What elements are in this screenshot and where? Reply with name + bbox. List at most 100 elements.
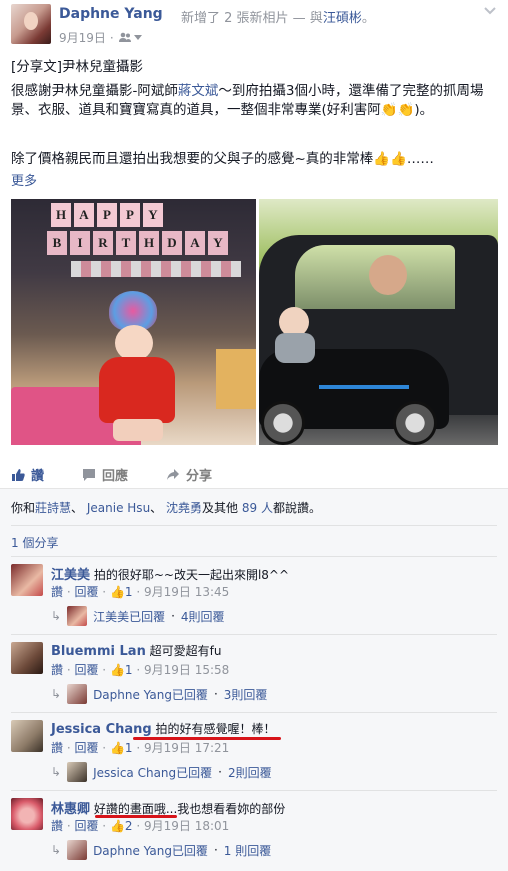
commenter-name[interactable]: 江美美 <box>51 568 90 583</box>
commenter-name[interactable]: 林惠卿 <box>51 802 90 817</box>
reply-count[interactable]: 2則回覆 <box>228 764 272 781</box>
liker-2[interactable]: Jeanie Hsu <box>87 501 150 515</box>
author-avatar[interactable] <box>11 4 51 44</box>
comment-button[interactable]: 回應 <box>82 465 508 484</box>
reply-arrow-icon: ↳ <box>51 687 62 701</box>
likes-sep: 、 <box>71 501 84 515</box>
reply-count[interactable]: 4則回覆 <box>181 608 225 625</box>
facebook-post: Daphne Yang 新增了 2 張新相片 — 與汪碩彬。 9月19日 · [… <box>0 0 508 871</box>
comment-icon <box>83 468 95 481</box>
reply-summary[interactable]: ↳ 江美美已回覆 · 4則回覆 <box>51 606 225 626</box>
divider <box>11 525 497 526</box>
tagged-person[interactable]: 汪碩彬 <box>323 11 362 26</box>
shares-link[interactable]: 1 個分享 <box>11 534 58 551</box>
others-count[interactable]: 89 人 <box>242 501 273 515</box>
comment-meta: 讚 · 回覆 · 👍1 · 9月19日 15:58 <box>51 663 230 677</box>
reply-summary[interactable]: ↳ Daphne Yang已回覆 · 3則回覆 <box>51 684 267 704</box>
thumbs-up-icon <box>12 468 25 481</box>
action-end: 。 <box>361 11 375 26</box>
thumbs-up-icon[interactable]: 👍 <box>110 741 125 755</box>
baby-figure <box>95 291 175 441</box>
friends-icon <box>118 32 131 42</box>
banner-letter: R <box>93 231 113 255</box>
avatar[interactable] <box>11 798 43 830</box>
banner-letter: P <box>120 203 140 227</box>
reply-count[interactable]: 1 則回覆 <box>224 842 271 859</box>
comment-like-count[interactable]: 1 <box>125 663 133 677</box>
reply-author[interactable]: 江美美已回覆 <box>93 608 165 625</box>
comment-item: Bluemmi Lan 超可愛超有fu 讚 · 回覆 · 👍1 · 9月19日 … <box>11 642 497 712</box>
reply-separator: · <box>171 609 175 623</box>
birthday-banner: B I R T H D A Y <box>47 231 228 255</box>
banner-letter: Y <box>143 203 163 227</box>
chevron-down-icon[interactable] <box>483 6 497 18</box>
reply-summary[interactable]: ↳ Jessica Chang已回覆 · 2則回覆 <box>51 762 272 782</box>
reply-arrow-icon: ↳ <box>51 843 62 857</box>
likes-summary: 你和莊詩慧、 Jeanie Hsu、 沈堯勇及其他 89 人都說讚。 <box>11 499 321 516</box>
post-date[interactable]: 9月19日 <box>59 29 106 46</box>
banner-letter: H <box>51 203 71 227</box>
banner-letter: P <box>97 203 117 227</box>
reply-count[interactable]: 3則回覆 <box>224 686 268 703</box>
photo-birthday-baby[interactable]: H A P P Y B I R T H D A Y <box>11 199 256 445</box>
post-action-text: 新增了 2 張新相片 — 與汪碩彬。 <box>181 7 375 26</box>
reply-author[interactable]: Daphne Yang已回覆 <box>93 842 208 859</box>
divider <box>11 712 497 713</box>
comment-text: 超可愛超有fu <box>149 644 222 658</box>
comment-meta: 讚 · 回覆 · 👍2 · 9月19日 18:01 <box>51 819 230 833</box>
liker-3[interactable]: 沈堯勇 <box>166 501 202 515</box>
comment-like-count[interactable]: 1 <box>125 741 133 755</box>
comment-reply-link[interactable]: 回覆 <box>74 663 98 677</box>
avatar <box>67 840 88 860</box>
baby-face <box>115 325 153 361</box>
thumbs-up-icon[interactable]: 👍 <box>110 819 125 833</box>
comment-reply-link[interactable]: 回覆 <box>74 585 98 599</box>
comment-like-link[interactable]: 讚 <box>51 819 63 833</box>
like-button[interactable]: 讚 <box>11 465 44 484</box>
body-part-a: 很感謝尹林兒童攝影-阿斌師 <box>11 83 178 99</box>
blue-stripe <box>319 385 409 389</box>
comment-date[interactable]: 9月19日 17:21 <box>144 741 229 755</box>
comment-text: 拍的好有感覺喔！棒！ <box>155 722 276 736</box>
divider <box>11 790 497 791</box>
happy-banner: H A P P Y <box>51 203 163 227</box>
tagged-photographer[interactable]: 蔣文斌 <box>178 83 219 99</box>
wooden-stool <box>216 349 256 409</box>
liker-1[interactable]: 莊詩慧 <box>35 501 71 515</box>
comment-like-link[interactable]: 讚 <box>51 663 63 677</box>
commenter-name[interactable]: Jessica Chang <box>51 722 152 737</box>
share-icon <box>167 468 179 480</box>
thumbs-up-icon[interactable]: 👍 <box>110 585 125 599</box>
avatar <box>67 684 88 704</box>
comment-like-count[interactable]: 1 <box>125 585 133 599</box>
reply-author[interactable]: Jessica Chang已回覆 <box>93 764 212 781</box>
comment-like-link[interactable]: 讚 <box>51 585 63 599</box>
avatar[interactable] <box>11 642 43 674</box>
comment-reply-link[interactable]: 回覆 <box>74 819 98 833</box>
comment-reply-link[interactable]: 回覆 <box>74 741 98 755</box>
comment-date[interactable]: 9月19日 13:45 <box>144 585 229 599</box>
comment-date[interactable]: 9月19日 18:01 <box>144 819 229 833</box>
thumbs-up-icon[interactable]: 👍 <box>110 663 125 677</box>
comment-date[interactable]: 9月19日 15:58 <box>144 663 229 677</box>
commenter-name[interactable]: Bluemmi Lan <box>51 644 146 659</box>
banner-letter: D <box>162 231 182 255</box>
comment-text-rest: ...我也想看看妳的部份 <box>165 802 286 816</box>
avatar[interactable] <box>11 720 43 752</box>
banner-letter: A <box>185 231 205 255</box>
author-name[interactable]: Daphne Yang <box>59 6 163 22</box>
wheel-icon <box>393 401 437 445</box>
audience-selector[interactable] <box>118 32 142 43</box>
avatar[interactable] <box>11 564 43 596</box>
post-meta: 9月19日 · <box>59 29 142 46</box>
reply-author[interactable]: Daphne Yang已回覆 <box>93 686 208 703</box>
comment-like-count[interactable]: 2 <box>125 819 133 833</box>
photo-toy-car[interactable] <box>259 199 498 445</box>
baby-legs <box>113 419 163 441</box>
share-button[interactable]: 分享 <box>166 465 212 484</box>
comment-like-link[interactable]: 讚 <box>51 741 63 755</box>
comment-text: 拍的很好耶~~改天一起出來開l8^^ <box>93 568 290 582</box>
see-more-link[interactable]: 更多 <box>11 170 37 189</box>
highlight-underline <box>133 737 281 740</box>
reply-summary[interactable]: ↳ Daphne Yang已回覆 · 1 則回覆 <box>51 840 271 860</box>
